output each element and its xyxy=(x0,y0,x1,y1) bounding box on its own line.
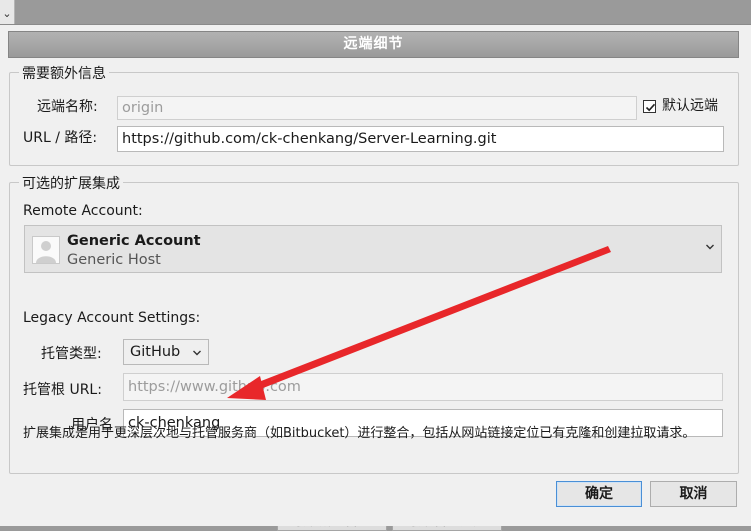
hosting-root-url-input[interactable]: https://www.github.com xyxy=(123,373,723,401)
user-avatar-icon xyxy=(32,236,60,264)
chevron-down-icon xyxy=(193,350,201,356)
hosting-type-select[interactable]: GitHub xyxy=(123,339,209,365)
url-input[interactable]: https://github.com/ck-chenkang/Server-Le… xyxy=(117,126,724,152)
account-host: Generic Host xyxy=(67,252,161,268)
cancel-button[interactable]: 取消 xyxy=(650,481,737,507)
remote-account-dropdown[interactable]: Generic Account Generic Host xyxy=(24,225,722,273)
required-info-legend: 需要额外信息 xyxy=(19,63,109,83)
remote-name-label: 远端名称: xyxy=(37,99,98,115)
hosting-root-url-label: 托管根 URL: xyxy=(23,382,102,398)
optional-integration-legend: 可选的扩展集成 xyxy=(19,173,123,193)
url-label: URL / 路径: xyxy=(23,130,98,146)
hosting-type-label: 托管类型: xyxy=(41,346,102,362)
check-icon xyxy=(645,103,656,112)
remote-name-input[interactable]: origin xyxy=(117,96,637,120)
remote-account-label: Remote Account: xyxy=(23,203,143,219)
dialog-title: 远端细节 xyxy=(8,31,739,58)
background-chevron-icon[interactable]: ⌄ xyxy=(0,0,15,24)
required-info-group: 需要额外信息 远端名称: origin 默认远端 URL / 路径: https… xyxy=(9,63,739,166)
chevron-down-icon xyxy=(706,244,714,250)
account-name: Generic Account xyxy=(67,233,201,249)
legacy-settings-label: Legacy Account Settings: xyxy=(23,310,201,326)
default-remote-label: 默认远端 xyxy=(662,98,718,114)
remote-details-dialog: 远端细节 需要额外信息 远端名称: origin 默认远端 URL / 路径: … xyxy=(0,24,751,526)
hosting-type-value: GitHub xyxy=(130,344,181,360)
integration-description: 扩展集成是用于更深层次地与托管服务商（如Bitbucket）进行整合，包括从网站… xyxy=(23,426,696,441)
ok-button[interactable]: 确定 xyxy=(556,481,642,507)
